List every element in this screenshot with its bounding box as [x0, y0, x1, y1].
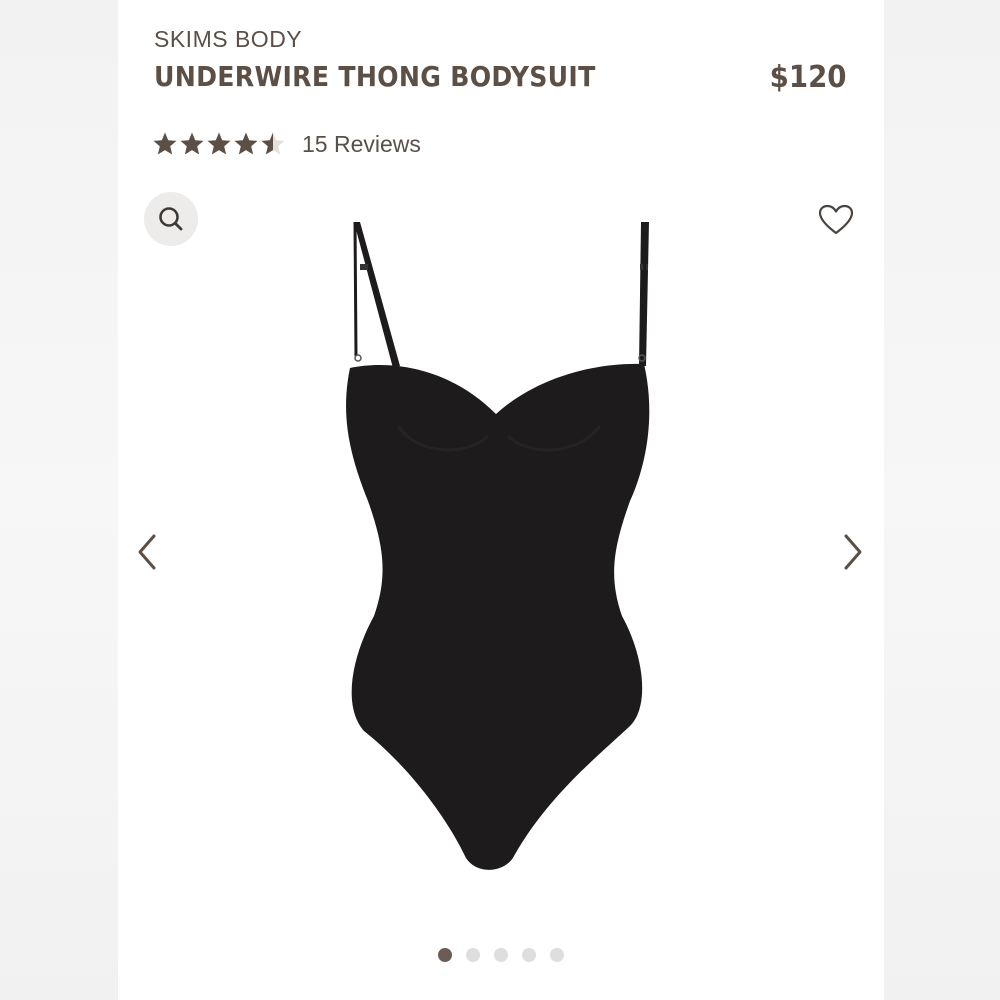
- brand-label: SKIMS BODY: [154, 26, 303, 52]
- pagination-dot[interactable]: [466, 948, 480, 962]
- search-icon: [159, 207, 183, 231]
- product-image[interactable]: [338, 216, 658, 881]
- background-right: [880, 0, 1000, 1000]
- background-left: [0, 0, 120, 1000]
- product-title: UNDERWIRE THONG BODYSUIT: [154, 60, 596, 93]
- star-rating: [152, 131, 286, 157]
- bodysuit-illustration: [346, 221, 650, 870]
- reviews-link[interactable]: 15 Reviews: [302, 131, 421, 158]
- pagination-dot[interactable]: [438, 948, 452, 962]
- heart-icon: [818, 204, 854, 235]
- gallery-pagination: [118, 948, 884, 962]
- star-icon: [234, 132, 258, 155]
- pagination-dot[interactable]: [522, 948, 536, 962]
- chevron-left-icon: [138, 534, 156, 570]
- star-icon: [153, 132, 177, 155]
- pagination-dot[interactable]: [550, 948, 564, 962]
- pagination-dot[interactable]: [494, 948, 508, 962]
- previous-image-button[interactable]: [132, 530, 162, 574]
- product-card: SKIMS BODY UNDERWIRE THONG BODYSUIT $120…: [118, 0, 884, 1000]
- product-price: $120: [769, 60, 846, 95]
- wishlist-button[interactable]: [816, 200, 856, 240]
- star-icon: [261, 132, 285, 155]
- star-icon: [180, 132, 204, 155]
- rating-row[interactable]: 15 Reviews: [152, 128, 421, 160]
- next-image-button[interactable]: [838, 530, 868, 574]
- star-icon: [207, 132, 231, 155]
- chevron-right-icon: [844, 534, 862, 570]
- zoom-button[interactable]: [144, 192, 198, 246]
